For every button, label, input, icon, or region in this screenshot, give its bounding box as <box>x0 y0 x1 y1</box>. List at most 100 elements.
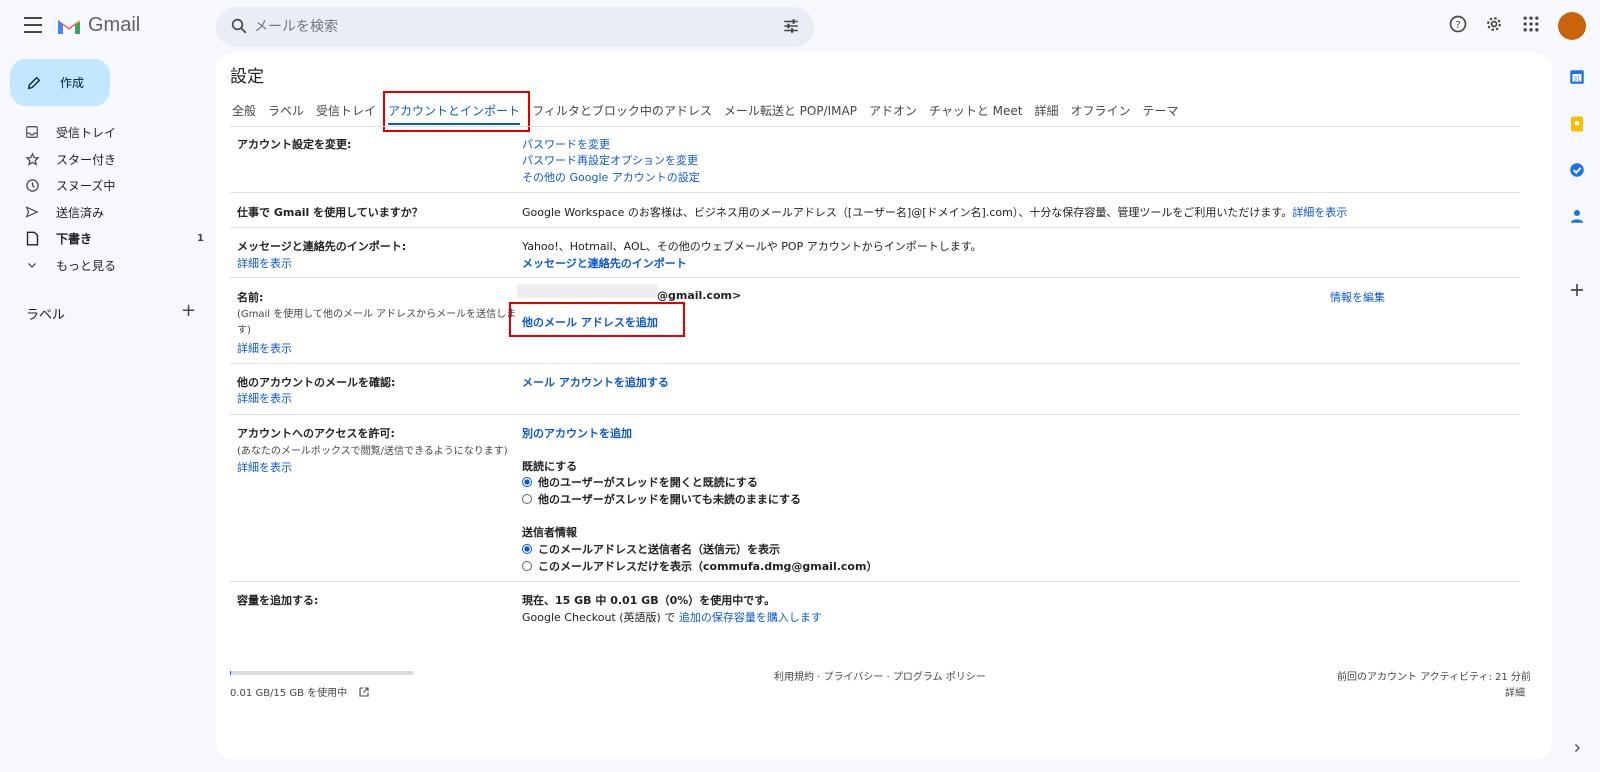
add-another-account-link[interactable]: 別のアカウントを追加 <box>522 425 632 441</box>
grant-learn-more-link[interactable]: 詳細を表示 <box>237 459 292 475</box>
divider <box>230 192 1520 193</box>
gmail-logo[interactable]: Gmail <box>56 14 140 37</box>
sender-option-1-label: このメールアドレスと送信者名（送信元）を表示 <box>538 543 780 556</box>
storage-bar <box>230 671 414 675</box>
account-email: @gmail.com> <box>657 289 742 302</box>
tab-labels[interactable]: ラベル <box>268 102 304 119</box>
import-learn-more-link[interactable]: 詳細を表示 <box>237 255 292 271</box>
sidebar-item-label: 送信済み <box>56 205 105 220</box>
pencil-icon <box>27 76 41 89</box>
tab-offline[interactable]: オフライン <box>1071 102 1131 119</box>
apps-grid-icon[interactable] <box>1521 14 1541 34</box>
sidebar-item-label: もっと見る <box>56 258 117 273</box>
tab-general[interactable]: 全般 <box>232 102 256 119</box>
keep-icon[interactable] <box>1568 115 1586 133</box>
sidebar-item-snoozed[interactable]: スヌーズ中 <box>24 174 204 196</box>
import-messages-link[interactable]: メッセージと連絡先のインポート <box>522 255 687 271</box>
radio-unselected[interactable] <box>522 494 532 504</box>
checkout-text: Google Checkout (英語版) で 追加の保存容量を購入します <box>522 609 822 625</box>
add-mail-account-link[interactable]: メール アカウントを追加する <box>522 374 669 390</box>
sender-info-title: 送信者情報 <box>522 526 577 539</box>
radio-selected[interactable] <box>522 477 532 487</box>
help-icon[interactable]: ? <box>1448 14 1468 34</box>
sidebar-item-label: 下書き <box>56 231 93 246</box>
labels-heading: ラベル <box>26 308 66 323</box>
tab-inbox[interactable]: 受信トレイ <box>316 102 376 119</box>
divider <box>230 126 1520 127</box>
grant-access-sub: (あなたのメールボックスで閲覧/送信できるようになります) <box>237 446 508 457</box>
search-input[interactable] <box>254 17 734 37</box>
divider <box>230 277 1520 278</box>
search-options-icon[interactable] <box>782 17 800 35</box>
add-label-icon[interactable]: + <box>181 300 196 321</box>
mark-read-option-2-label: 他のユーザーがスレッドを開いても未読のままにする <box>538 493 802 506</box>
sidebar-item-label: 受信トレイ <box>56 125 117 140</box>
highlight-box-add-address <box>509 302 685 337</box>
svg-text:?: ? <box>1455 20 1460 31</box>
sidebar-item-starred[interactable]: スター付き <box>24 148 204 170</box>
tab-themes[interactable]: テーマ <box>1143 102 1179 119</box>
main-menu-icon[interactable] <box>24 17 44 33</box>
workspace-description: Google Workspace のお客様は、ビジネス用のメールアドレス（[ユー… <box>522 206 1293 219</box>
sidebar-item-more[interactable]: もっと見る <box>24 254 204 276</box>
sidebar-item-label: スヌーズ中 <box>56 178 116 193</box>
drafts-count: 1 <box>197 232 204 244</box>
change-password-link[interactable]: パスワードを変更 <box>522 136 610 152</box>
edit-info-link[interactable]: 情報を編集 <box>1330 289 1385 305</box>
footer-links[interactable]: 利用規約 · プライバシー · プログラム ポリシー <box>774 668 986 683</box>
divider <box>230 363 1520 364</box>
mark-read-option-2[interactable]: 他のユーザーがスレッドを開いても未読のままにする <box>522 491 801 507</box>
mark-read-option-1[interactable]: 他のユーザーがスレッドを開くと既読にする <box>522 474 758 490</box>
tab-advanced[interactable]: 詳細 <box>1035 102 1059 119</box>
redacted-name <box>517 284 657 298</box>
divider <box>230 227 1520 228</box>
tab-addons[interactable]: アドオン <box>869 102 917 119</box>
last-activity: 前回のアカウント アクティビティ: 21 分前 <box>1337 672 1531 683</box>
storage-usage: 現在、15 GB 中 0.01 GB（0%）を使用中です。 <box>522 594 776 607</box>
google-account-settings-link[interactable]: その他の Google アカウントの設定 <box>522 169 700 185</box>
radio-selected[interactable] <box>522 544 532 554</box>
tab-filters[interactable]: フィルタとブロック中のアドレス <box>532 102 712 119</box>
divider <box>230 581 1520 582</box>
tasks-icon[interactable] <box>1568 161 1586 179</box>
sidebar-item-label: スター付き <box>56 152 117 167</box>
clock-icon <box>25 178 39 192</box>
grant-access-label: アカウントへのアクセスを許可: <box>237 427 395 440</box>
account-avatar[interactable] <box>1558 12 1586 40</box>
workspace-learn-more-link[interactable]: 詳細を表示 <box>1292 206 1347 219</box>
storage-used-label: 0.01 GB/15 GB を使用中 <box>230 688 348 699</box>
mark-read-title: 既読にする <box>522 460 578 473</box>
sidebar-item-drafts[interactable]: 下書き 1 <box>24 227 204 249</box>
storage-label: 容量を追加する: <box>237 594 319 607</box>
search-icon[interactable] <box>230 17 248 35</box>
buy-storage-link[interactable]: 追加の保存容量を購入します <box>679 611 822 624</box>
star-icon <box>24 151 40 166</box>
chevron-right-icon[interactable] <box>1571 741 1583 755</box>
check-mail-learn-more-link[interactable]: 詳細を表示 <box>237 390 292 406</box>
compose-button[interactable]: 作成 <box>10 59 110 106</box>
calendar-icon[interactable]: 31 <box>1568 68 1586 86</box>
tab-chat-meet[interactable]: チャットと Meet <box>929 102 1023 119</box>
settings-tabs: 全般 ラベル 受信トレイ アカウントとインポート フィルタとブロック中のアドレス… <box>232 102 1191 125</box>
radio-unselected[interactable] <box>522 561 532 571</box>
sidebar-item-inbox[interactable]: 受信トレイ <box>24 121 204 143</box>
password-recovery-link[interactable]: パスワード再設定オプションを変更 <box>522 152 698 168</box>
contacts-icon[interactable] <box>1568 207 1586 225</box>
sender-option-1[interactable]: このメールアドレスと送信者名（送信元）を表示 <box>522 541 780 557</box>
divider <box>230 414 1520 415</box>
import-description: Yahoo!、Hotmail、AOL、その他のウェブメールや POP アカウント… <box>522 240 982 253</box>
workspace-text: Google Workspace のお客様は、ビジネス用のメールアドレス（[ユー… <box>522 204 1522 220</box>
settings-gear-icon[interactable] <box>1484 14 1504 34</box>
settings-panel <box>216 53 1552 759</box>
activity-details-link[interactable]: 詳細 <box>1505 684 1525 699</box>
sidebar-item-sent[interactable]: 送信済み <box>24 201 204 223</box>
sender-option-2[interactable]: このメールアドレスだけを表示（commufa.dmg@gmail.com） <box>522 558 877 574</box>
tab-forwarding[interactable]: メール転送と POP/IMAP <box>724 102 857 119</box>
open-in-new-icon[interactable] <box>358 686 370 698</box>
gmail-m-icon <box>58 19 80 34</box>
add-addon-icon[interactable] <box>1568 281 1586 299</box>
sender-option-2-label: このメールアドレスだけを表示（commufa.dmg@gmail.com） <box>538 560 878 573</box>
page-title: 設定 <box>230 67 264 87</box>
search-bar[interactable] <box>216 7 814 47</box>
name-learn-more-link[interactable]: 詳細を表示 <box>237 340 292 356</box>
